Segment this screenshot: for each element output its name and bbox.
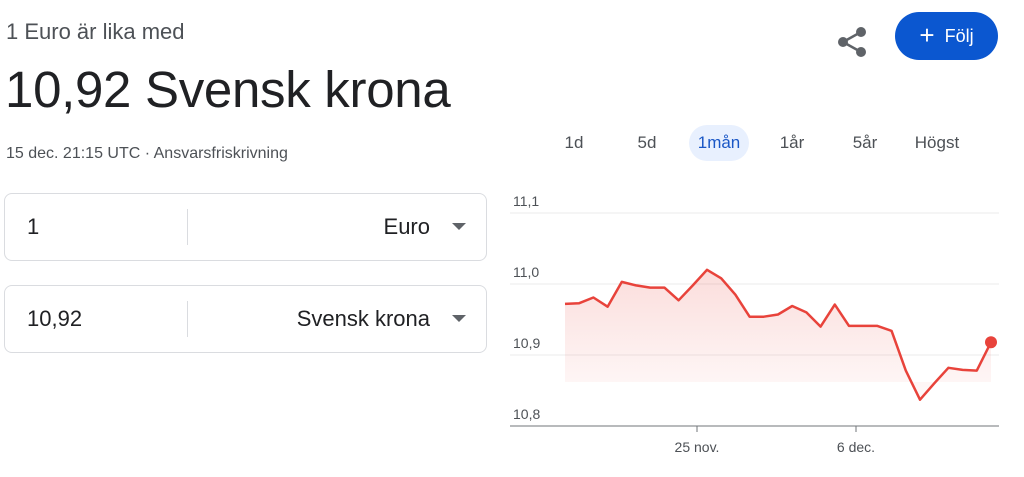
- share-icon: [838, 27, 866, 57]
- to-currency-label: Svensk krona: [296, 306, 430, 331]
- divider: [187, 209, 188, 245]
- tab-5ar[interactable]: 5år: [837, 125, 893, 161]
- x-tick-label: 25 nov.: [675, 439, 720, 455]
- tab-1d[interactable]: 1d: [546, 125, 602, 161]
- y-tick-label: 10,8: [513, 406, 540, 422]
- timestamp-disclaimer[interactable]: 15 dec. 21:15 UTC · Ansvarsfriskrivning: [6, 145, 288, 163]
- y-tick-label: 10,9: [513, 335, 540, 351]
- tab-hogst[interactable]: Högst: [906, 125, 968, 161]
- y-tick-label: 11,0: [513, 264, 539, 280]
- subtitle: 1 Euro är lika med: [6, 19, 185, 44]
- follow-button[interactable]: + Följ: [895, 12, 998, 60]
- exchange-rate: 10,92 Svensk krona: [5, 61, 451, 118]
- follow-label: Följ: [944, 25, 974, 46]
- plus-icon: +: [919, 20, 935, 50]
- tab-1ar[interactable]: 1år: [764, 125, 820, 161]
- x-tick-label: 6 dec.: [837, 439, 875, 455]
- area-fill: [565, 269, 991, 400]
- to-amount-input[interactable]: [27, 286, 177, 352]
- from-amount-input[interactable]: [27, 194, 177, 260]
- chevron-down-icon: [452, 315, 466, 322]
- exchange-rate-chart[interactable]: 11,1 11,0 10,9 10,8 25 nov. 6 dec.: [505, 195, 1005, 465]
- current-point: [985, 336, 997, 349]
- from-currency-select[interactable]: [195, 194, 486, 260]
- from-currency-label: Euro: [383, 214, 430, 239]
- chevron-down-icon: [452, 223, 466, 230]
- share-button[interactable]: [834, 24, 870, 60]
- tab-5d[interactable]: 5d: [619, 125, 675, 161]
- tab-1man[interactable]: 1mån: [689, 125, 749, 161]
- converter-from-row: Euro: [4, 193, 487, 261]
- y-tick-label: 11,1: [513, 195, 539, 209]
- divider: [187, 301, 188, 337]
- converter-to-row: Svensk krona: [4, 285, 487, 353]
